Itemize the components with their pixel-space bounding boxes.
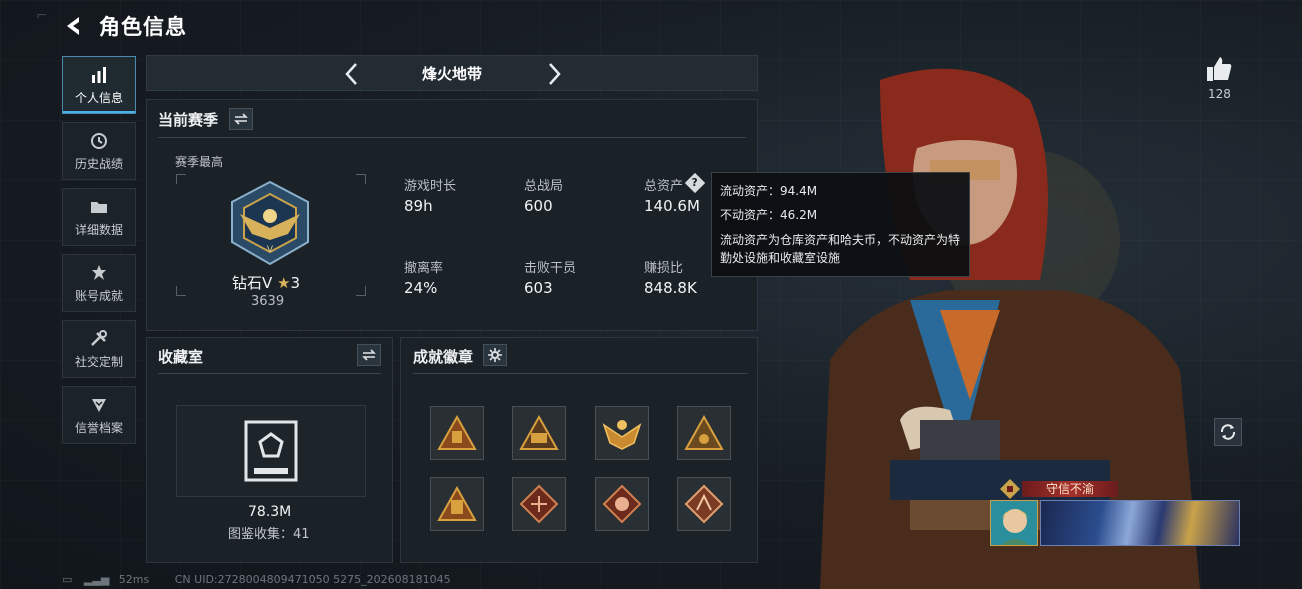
rank-stars: 3	[290, 274, 301, 292]
tools-icon	[91, 329, 107, 346]
stat-value-total-matches: 600	[524, 197, 553, 215]
stat-value-playtime: 89h	[404, 197, 433, 215]
name-card-banner[interactable]	[1040, 500, 1240, 546]
swap-icon	[362, 349, 376, 361]
frame-corner	[356, 286, 366, 296]
badge-slot[interactable]	[512, 406, 566, 460]
svg-text:V: V	[267, 245, 274, 255]
tooltip-description: 流动资产为仓库资产和哈夫币，不动资产为特勤处设施和收藏室设施	[720, 233, 961, 265]
sidebar-item-label: 历史战绩	[74, 156, 123, 171]
player-title: 守信不渝	[1022, 481, 1118, 497]
bar-chart-icon	[92, 66, 106, 83]
badge-slot[interactable]	[512, 477, 566, 531]
status-footer: ▭ ▂▃▅ 52ms CN UID:2728004809471050 5275_…	[62, 573, 451, 586]
collection-catalog: 图鉴收集：41	[228, 527, 310, 542]
season-best-label: 赛季最高	[175, 155, 224, 169]
swap-icon	[234, 113, 248, 125]
title-emblem-icon	[1000, 479, 1020, 499]
avatar-portrait-icon	[1001, 509, 1029, 545]
clock-history-icon	[91, 132, 107, 149]
shield-check-icon	[92, 398, 106, 412]
rank-name-line: 钻石V ★3	[232, 272, 300, 293]
stat-label-profit-ratio: 赚损比	[644, 261, 684, 276]
triangle-badge-icon	[519, 415, 559, 450]
battery-icon: ▭	[62, 573, 73, 586]
badges-title: 成就徽章	[413, 348, 474, 366]
sidebar-item-credit[interactable]: 信誉档案	[62, 386, 136, 444]
triangle-badge-icon	[437, 415, 477, 450]
triangle-badge-icon	[437, 486, 477, 521]
sidebar-item-social[interactable]: 社交定制	[62, 320, 136, 378]
stat-value-profit-ratio: 848.8K	[644, 279, 697, 297]
mode-name: 烽火地带	[421, 64, 482, 83]
badge-slot[interactable]	[430, 477, 484, 531]
stat-label-total-assets: 总资产	[644, 179, 684, 194]
mode-selector: 烽火地带	[146, 55, 758, 91]
tooltip-fixed-assets: 不动资产：46.2M	[720, 208, 818, 222]
rank-score: 3639	[251, 294, 285, 309]
stat-value-kills: 603	[524, 279, 553, 297]
diamond-rank-emblem-icon: V	[231, 180, 309, 266]
sidebar-item-history[interactable]: 历史战绩	[62, 122, 136, 180]
stat-value-extract-rate: 24%	[404, 279, 438, 297]
stat-label-extract-rate: 撤离率	[404, 261, 444, 276]
sidebar-item-label: 个人信息	[74, 90, 123, 105]
star-icon: ★	[277, 274, 291, 292]
corner-marker: ⌐	[36, 8, 48, 24]
collection-swap-button[interactable]	[357, 344, 381, 366]
sidebar-item-label: 详细数据	[74, 222, 123, 237]
season-title: 当前赛季	[158, 111, 219, 129]
sidebar: 个人信息 历史战绩 详细数据 账号成就 社交定制 信誉档案	[62, 56, 138, 452]
gear-icon	[488, 348, 502, 362]
sidebar-item-label: 信誉档案	[74, 420, 123, 435]
divider	[158, 137, 746, 138]
season-swap-button[interactable]	[229, 108, 253, 130]
collection-case-icon	[244, 420, 298, 482]
collection-value: 78.3M	[248, 504, 292, 520]
badge-slot[interactable]	[430, 406, 484, 460]
page-title: 角色信息	[99, 15, 187, 39]
like-count: 128	[1208, 87, 1231, 101]
stat-label-playtime: 游戏时长	[404, 179, 457, 194]
frame-corner	[176, 174, 186, 184]
frame-corner	[176, 286, 186, 296]
diamond-badge-icon	[519, 484, 559, 524]
diamond-badge-icon	[684, 484, 724, 524]
mode-next-arrow-icon[interactable]	[542, 61, 566, 87]
rotate-character-button[interactable]	[1214, 418, 1242, 446]
triangle-badge-icon	[684, 415, 724, 450]
achievement-star-icon	[92, 264, 106, 280]
rotate-icon	[1220, 424, 1236, 440]
diamond-badge-icon	[602, 484, 642, 524]
back-arrow-icon[interactable]	[62, 14, 86, 38]
badge-slot[interactable]	[595, 406, 649, 460]
collection-title: 收藏室	[158, 348, 204, 366]
tooltip-liquid-assets: 流动资产：94.4M	[720, 184, 818, 198]
uid-text: CN UID:2728004809471050 5275_20260818104…	[174, 573, 451, 586]
ping-value: 52ms	[118, 573, 150, 586]
stat-label-kills: 击败干员	[524, 261, 577, 276]
sidebar-item-achievements[interactable]: 账号成就	[62, 254, 136, 312]
mode-prev-arrow-icon[interactable]	[340, 61, 364, 87]
avatar[interactable]	[990, 500, 1038, 546]
assets-tooltip: 流动资产：94.4M 不动资产：46.2M 流动资产为仓库资产和哈夫币，不动资产…	[711, 172, 970, 277]
sidebar-item-label: 账号成就	[74, 288, 123, 303]
divider	[158, 373, 381, 374]
sidebar-item-personal-info[interactable]: 个人信息	[62, 56, 136, 114]
stat-value-total-assets: 140.6M	[644, 197, 700, 215]
badges-settings-button[interactable]	[483, 344, 507, 366]
folder-icon	[91, 201, 107, 213]
eagle-badge-icon	[602, 420, 642, 450]
signal-icon: ▂▃▅	[83, 573, 110, 586]
rank-name: 钻石V	[232, 274, 273, 292]
divider	[413, 373, 748, 374]
frame-corner	[356, 174, 366, 184]
badge-slot[interactable]	[677, 477, 731, 531]
sidebar-item-detail-data[interactable]: 详细数据	[62, 188, 136, 246]
thumbs-up-icon[interactable]	[1205, 55, 1233, 83]
badge-slot[interactable]	[595, 477, 649, 531]
stat-label-total-matches: 总战局	[524, 179, 564, 194]
badge-slot[interactable]	[677, 406, 731, 460]
sidebar-item-label: 社交定制	[74, 354, 123, 369]
